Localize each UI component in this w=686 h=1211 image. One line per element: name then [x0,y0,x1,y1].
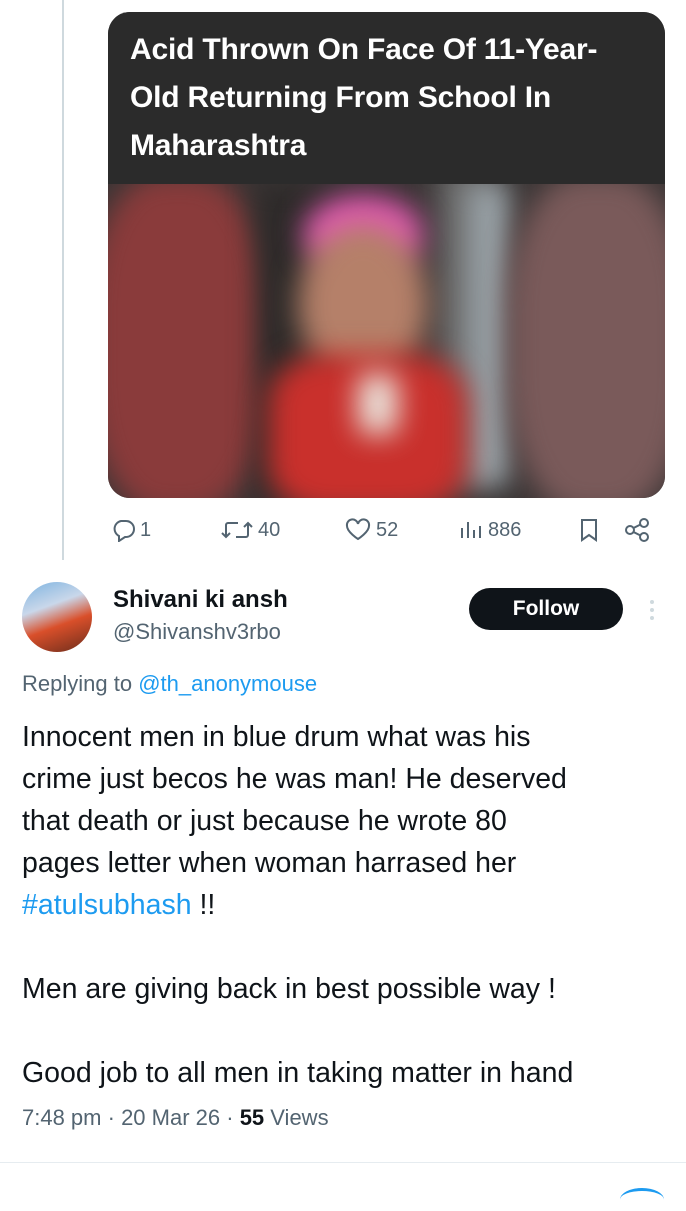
views-action[interactable]: 886 [458,512,521,548]
avatar[interactable] [22,582,92,652]
headline-banner: Acid Thrown On Face Of 11-Year-Old Retur… [108,12,665,184]
share-action[interactable] [623,512,651,548]
thread-line [62,0,64,560]
reply-action[interactable]: 1 [110,512,151,548]
like-count: 52 [376,518,399,541]
views-count: 886 [488,518,522,541]
body-line: crime just becos he was man! He deserved [22,763,567,795]
meta-separator: · [101,1105,122,1130]
media-headline: Acid Thrown On Face Of 11-Year-Old Retur… [130,33,598,162]
replying-mention-link[interactable]: @th_anonymouse [138,671,317,696]
repost-count: 40 [258,518,281,541]
replying-to: Replying to @th_anonymouse [22,671,317,697]
tweet-body: Innocent men in blue drum what was his c… [22,716,672,1094]
body-paragraph-3: Good job to all men in taking matter in … [22,1057,574,1089]
divider [0,1162,686,1163]
follow-button[interactable]: Follow [469,588,623,630]
replying-prefix: Replying to [22,671,133,696]
tweet-meta: 7:48 pm · 20 Mar 26 · 55 Views [22,1105,329,1131]
bookmark-action[interactable] [578,512,600,548]
body-line: that death or just because he wrote 80 [22,805,507,837]
share-icon [623,517,651,543]
user-handle[interactable]: @Shivanshv3rbo [113,619,281,645]
meta-separator: · [220,1105,240,1130]
views-chart-icon [458,518,484,542]
tweet-time[interactable]: 7:48 pm [22,1105,102,1130]
body-line: Innocent men in blue drum what was his [22,721,531,753]
heart-icon [344,518,372,542]
tweet-date[interactable]: 20 Mar 26 [121,1105,220,1130]
like-action[interactable]: 52 [344,512,398,548]
hashtag-line: #atulsubhash !! [22,884,672,926]
display-name[interactable]: Shivani ki ansh [113,586,288,614]
quoted-media-card[interactable]: Acid Thrown On Face Of 11-Year-Old Retur… [108,12,665,498]
repost-action[interactable]: 40 [220,512,280,548]
bookmark-icon [578,517,600,543]
views-number: 55 [239,1105,265,1130]
hashtag-link[interactable]: #atulsubhash [22,889,192,921]
body-line: pages letter when woman harrased her [22,847,517,879]
quoted-actions-bar: 1 40 52 886 [108,512,665,548]
hashtag-suffix: !! [191,889,216,921]
blurred-photo [108,184,665,498]
views-label: Views [264,1105,329,1130]
repost-icon [220,518,254,542]
reply-icon [110,518,136,542]
more-options-icon[interactable] [646,598,658,622]
body-paragraph-2: Men are giving back in best possible way… [22,973,556,1005]
reply-count: 1 [140,518,152,541]
